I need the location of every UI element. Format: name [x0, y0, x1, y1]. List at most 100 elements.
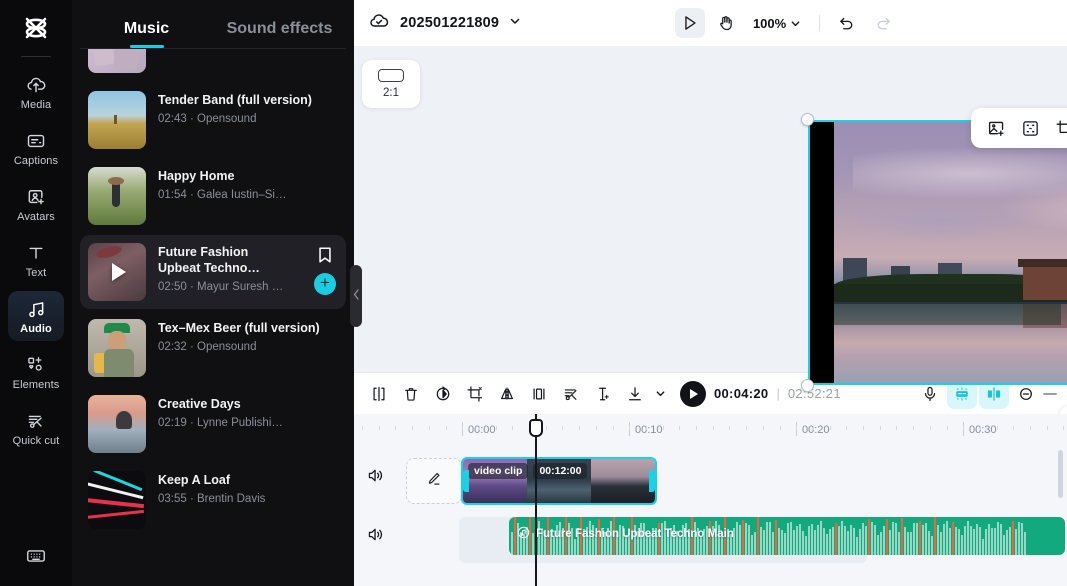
waveform-bar	[988, 523, 990, 555]
ruler-minor-tick	[929, 426, 931, 430]
list-item[interactable]: Tex–Mex Beer (full version) 02:32 · Open…	[80, 311, 346, 385]
video-track[interactable]: video clip 00:12:00	[354, 448, 1067, 505]
add-to-timeline-icon[interactable]: +	[314, 273, 336, 295]
waveform-bar	[931, 535, 933, 555]
ruler-minor-tick	[595, 426, 597, 430]
clip-trim-left[interactable]	[463, 470, 469, 492]
track-subtitle: 03:55 · Brentin Davis	[158, 493, 266, 505]
select-arrow-icon[interactable]	[674, 8, 705, 38]
sidebar-label-audio: Audio	[20, 323, 52, 335]
split-icon[interactable]	[364, 379, 394, 409]
playhead[interactable]	[529, 414, 543, 586]
audio-track-volume[interactable]	[362, 521, 388, 547]
freeze-frame-icon[interactable]	[524, 379, 554, 409]
waveform-bar	[799, 524, 801, 555]
waveform-bar	[997, 521, 999, 555]
crop-icon[interactable]	[460, 379, 490, 409]
sidebar-item-media[interactable]: Media	[8, 67, 64, 117]
sidebar-item-audio[interactable]: Audio	[8, 291, 64, 341]
play-icon	[690, 388, 698, 399]
hand-pan-icon[interactable]	[711, 8, 741, 38]
video-canvas[interactable]	[801, 113, 1067, 429]
fit-to-frame-icon[interactable]	[1015, 113, 1045, 143]
rotate-icon[interactable]	[428, 379, 458, 409]
bookmark-icon[interactable]	[316, 245, 334, 265]
chevron-down-icon[interactable]	[509, 14, 521, 32]
sidebar-item-captions[interactable]: Captions	[8, 123, 64, 173]
waveform-bar	[793, 529, 795, 555]
waveform-bar	[823, 527, 825, 555]
mirror-icon[interactable]	[492, 379, 522, 409]
download-icon[interactable]	[620, 379, 650, 409]
clip-edit-placeholder[interactable]	[406, 458, 462, 504]
waveform-bar	[904, 526, 906, 555]
timeline-ruler[interactable]: 00:00 00:10 00:20 00:30	[354, 414, 1067, 444]
capcut-logo-icon[interactable]	[16, 8, 56, 48]
zoom-level-selector[interactable]: 100%	[747, 16, 807, 31]
preview-stage[interactable]: 2:1	[354, 46, 1067, 429]
undo-icon[interactable]	[832, 8, 862, 38]
track-thumbnail	[88, 243, 146, 301]
clip-trim-right[interactable]	[649, 470, 655, 492]
audio-track[interactable]: Future Fashion Upbeat Techno Main	[354, 507, 1067, 563]
sidebar-item-text[interactable]: Text	[8, 235, 64, 285]
waveform-bar	[736, 521, 738, 555]
waveform-bar	[742, 520, 744, 555]
waveform-bar	[511, 532, 513, 555]
tab-sound-effects[interactable]: Sound effects	[213, 20, 346, 48]
waveform-bar	[877, 534, 879, 555]
video-track-volume[interactable]	[362, 462, 388, 488]
redo-icon[interactable]	[868, 8, 898, 38]
ruler-minor-tick	[829, 426, 831, 430]
tab-music[interactable]: Music	[80, 20, 213, 48]
resize-handle-top-left[interactable]	[801, 113, 814, 126]
video-clip[interactable]: video clip 00:12:00	[461, 457, 657, 505]
list-item[interactable]: Tender Band (full version) 02:43 · Opens…	[80, 83, 346, 157]
resize-handle-bottom-left[interactable]	[801, 379, 814, 392]
list-item[interactable]: Happy Home 01:54 · Galea Iustin–Si…	[80, 159, 346, 233]
audio-clip[interactable]: Future Fashion Upbeat Techno Main	[509, 517, 1065, 555]
replace-image-icon[interactable]	[981, 113, 1011, 143]
track-subtitle: 02:50 · Mayur Suresh …	[158, 281, 284, 293]
waveform-bar	[856, 536, 858, 555]
sidebar-item-elements[interactable]: Elements	[8, 347, 64, 397]
waveform-bar	[895, 522, 897, 555]
delete-icon[interactable]	[396, 379, 426, 409]
waveform-bar	[775, 519, 777, 555]
keyboard-shortcuts-icon[interactable]	[25, 545, 47, 572]
ruler-minor-tick	[846, 426, 848, 430]
waveform-bar	[985, 528, 987, 555]
waveform-bar	[922, 524, 924, 555]
waveform-bar	[772, 531, 774, 555]
waveform-bar	[853, 528, 855, 555]
ruler-minor-tick	[896, 426, 898, 430]
ruler-minor-tick	[562, 426, 564, 430]
play-button[interactable]	[680, 380, 706, 407]
music-list[interactable]: 03:27 · Marc James O… Tender Band (full …	[72, 49, 354, 586]
panel-collapse-handle[interactable]	[350, 265, 362, 327]
sidebar-item-avatars[interactable]: Avatars	[8, 179, 64, 229]
clip-float-toolbar[interactable]	[971, 108, 1067, 148]
sidebar-item-quick-cut[interactable]: Quick cut	[8, 403, 64, 453]
play-preview-icon[interactable]	[88, 243, 146, 301]
waveform-bar	[739, 524, 741, 555]
project-selector[interactable]: 202501221809	[368, 10, 521, 37]
list-item[interactable]: 03:27 · Marc James O…	[80, 49, 346, 81]
timeline-scrollbar[interactable]	[1058, 450, 1063, 498]
waveform-bar	[769, 522, 771, 555]
waveform-bar	[838, 525, 840, 555]
ruler-minor-tick	[979, 426, 981, 430]
add-marker-icon[interactable]	[588, 379, 618, 409]
chevron-down-icon[interactable]	[652, 379, 668, 409]
timeline[interactable]: 00:00 00:10 00:20 00:30 video clip 00:12…	[354, 414, 1067, 586]
waveform-bar	[865, 526, 867, 555]
aspect-ratio-button[interactable]: 2:1	[362, 60, 420, 108]
waveform-bar	[1006, 529, 1008, 555]
quick-cut-icon[interactable]	[556, 379, 586, 409]
list-item[interactable]: Creative Days 02:19 · Lynne Publishi…	[80, 387, 346, 461]
crop-icon[interactable]	[1049, 113, 1067, 143]
list-item[interactable]: Keep A Loaf 03:55 · Brentin Davis	[80, 463, 346, 537]
list-item-selected[interactable]: Future Fashion Upbeat Techno… 02:50 · Ma…	[80, 235, 346, 309]
playhead-handle[interactable]	[529, 419, 543, 437]
waveform-bar	[844, 525, 846, 555]
